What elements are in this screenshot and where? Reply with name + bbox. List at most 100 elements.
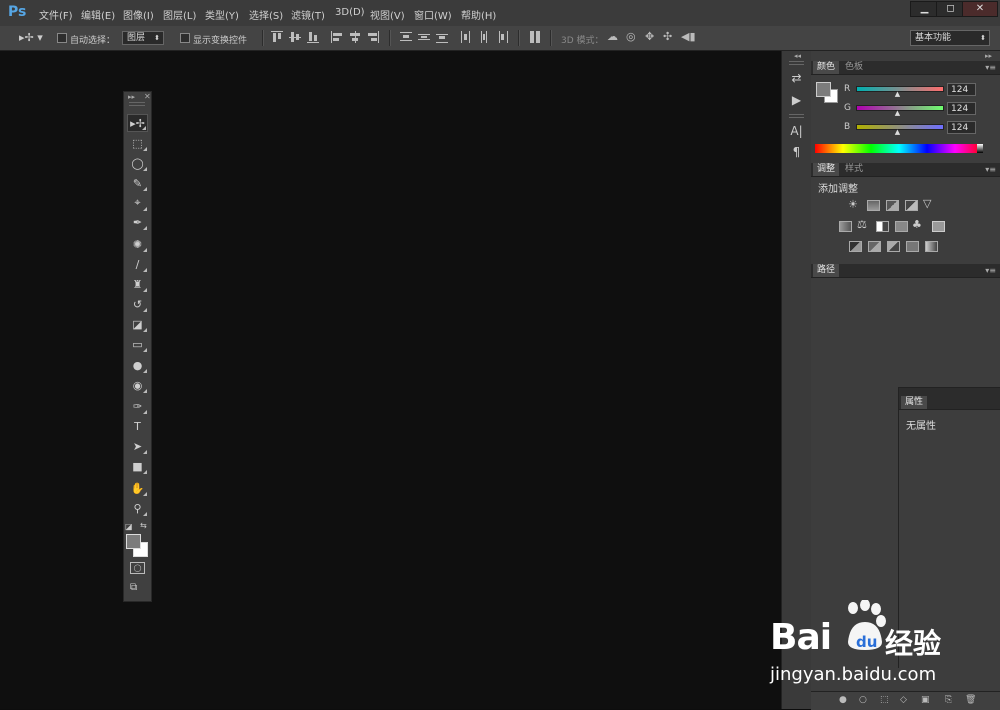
menu-item-9[interactable]: 窗口(W): [414, 7, 452, 22]
delete-path-icon[interactable]: 🗑: [965, 695, 976, 705]
auto-align-layers-icon[interactable]: [529, 31, 541, 43]
roll-3d-icon[interactable]: ◎: [626, 30, 636, 43]
distribute-top-icon[interactable]: [400, 31, 412, 43]
hue-saturation-icon[interactable]: [839, 221, 852, 232]
eyedropper-tool-icon[interactable]: ✒: [127, 213, 148, 231]
align-left-icon[interactable]: [331, 31, 343, 43]
align-vertical-center-icon[interactable]: [289, 31, 301, 43]
tab-paths[interactable]: 路径: [813, 264, 840, 277]
clone-stamp-tool-icon[interactable]: ♜: [127, 275, 148, 293]
crop-tool-icon[interactable]: ⌖: [127, 194, 148, 212]
tab-adjustments[interactable]: 调整: [813, 163, 840, 176]
auto-select-dropdown[interactable]: 图层 ⬍: [122, 31, 164, 45]
invert-icon[interactable]: [849, 241, 862, 252]
type-tool-icon[interactable]: T: [127, 417, 148, 435]
zoom-tool-icon[interactable]: ⚲: [127, 499, 148, 517]
tab-properties[interactable]: 属性: [901, 396, 928, 409]
path-selection-tool-icon[interactable]: ➤: [127, 437, 148, 455]
dock-grip[interactable]: [789, 61, 804, 65]
properties-titlebar[interactable]: [899, 388, 1000, 396]
menu-item-0[interactable]: 文件(F): [39, 7, 73, 22]
healing-brush-tool-icon[interactable]: ✺: [127, 235, 148, 253]
exposure-icon[interactable]: [905, 200, 918, 211]
move-tool-preset-icon[interactable]: ▸✢ ▾: [19, 31, 43, 44]
auto-select-checkbox[interactable]: [57, 33, 67, 43]
show-transform-checkbox[interactable]: [180, 33, 190, 43]
rotate-3d-icon[interactable]: ☁: [607, 30, 618, 43]
dodge-tool-icon[interactable]: ◉: [127, 376, 148, 394]
selective-color-icon[interactable]: [906, 241, 919, 252]
channel-value-r[interactable]: 124: [947, 83, 976, 96]
distribute-vertical-center-icon[interactable]: [418, 31, 430, 43]
color-lookup-icon[interactable]: [932, 221, 945, 232]
menu-item-10[interactable]: 帮助(H): [461, 7, 496, 22]
threshold-icon[interactable]: [887, 241, 900, 252]
slider-thumb-icon[interactable]: ▲: [895, 109, 900, 117]
drag-3d-icon[interactable]: ✥: [645, 30, 654, 43]
align-top-icon[interactable]: [271, 31, 283, 43]
levels-icon[interactable]: [867, 200, 880, 211]
channel-mixer-icon[interactable]: ♣: [912, 218, 922, 231]
tab-color[interactable]: 颜色: [813, 61, 840, 74]
shape-tool-icon[interactable]: ■: [127, 457, 148, 475]
brightness-contrast-icon[interactable]: ☀: [848, 198, 858, 211]
vibrance-icon[interactable]: ▽: [923, 197, 931, 210]
tab-styles[interactable]: 样式: [841, 163, 867, 176]
add-mask-icon[interactable]: ▣: [921, 695, 930, 705]
dock-grip[interactable]: [789, 114, 804, 118]
lasso-tool-icon[interactable]: ◯: [127, 154, 148, 172]
default-colors-icon[interactable]: ◪: [125, 522, 133, 531]
tab-swatches[interactable]: 色板: [841, 61, 867, 74]
black-white-icon[interactable]: [876, 221, 889, 232]
posterize-icon[interactable]: [868, 241, 881, 252]
black-white-ramp[interactable]: [977, 144, 983, 153]
swap-colors-icon[interactable]: ⇆: [140, 521, 147, 530]
stroke-path-icon[interactable]: ○: [859, 695, 867, 705]
fill-path-icon[interactable]: ●: [839, 695, 847, 705]
eraser-tool-icon[interactable]: ◪: [127, 315, 148, 333]
blur-tool-icon[interactable]: ●: [127, 356, 148, 374]
toolbox-grip[interactable]: [129, 102, 145, 106]
move-tool-icon[interactable]: ▸✢: [127, 114, 148, 132]
load-selection-icon[interactable]: ⬚: [880, 695, 889, 705]
menu-item-5[interactable]: 选择(S): [249, 7, 283, 22]
menu-item-1[interactable]: 编辑(E): [81, 7, 115, 22]
align-bottom-icon[interactable]: [307, 31, 319, 43]
distribute-left-icon[interactable]: [460, 31, 472, 43]
scale-3d-icon[interactable]: ◀▮: [681, 30, 696, 43]
menu-item-4[interactable]: 类型(Y): [205, 7, 239, 22]
color-panel-fg-swatch[interactable]: [816, 82, 831, 97]
panel-menu-icon[interactable]: ▾≡: [985, 63, 996, 72]
close-toolbox-icon[interactable]: ✕: [144, 92, 151, 101]
distribute-horizontal-center-icon[interactable]: [478, 31, 490, 43]
distribute-right-icon[interactable]: [496, 31, 508, 43]
menu-item-3[interactable]: 图层(L): [163, 7, 196, 22]
channel-value-g[interactable]: 124: [947, 102, 976, 115]
marquee-tool-icon[interactable]: ⬚: [127, 134, 148, 152]
panel-menu-icon[interactable]: ▾≡: [985, 165, 996, 174]
minimize-button[interactable]: ▁: [910, 1, 939, 17]
foreground-color-swatch[interactable]: [126, 534, 141, 549]
quick-mask-icon[interactable]: ◯: [130, 562, 145, 574]
align-right-icon[interactable]: [367, 31, 379, 43]
color-balance-icon[interactable]: ⚖: [857, 218, 867, 231]
workspace-dropdown[interactable]: 基本功能 ⬍: [910, 30, 990, 46]
collapse-panels-icon[interactable]: ▸▸: [985, 52, 992, 60]
channel-value-b[interactable]: 124: [947, 121, 976, 134]
hand-tool-icon[interactable]: ✋: [127, 479, 148, 497]
quick-selection-tool-icon[interactable]: ✎: [127, 174, 148, 192]
maximize-button[interactable]: ◻: [936, 1, 965, 17]
brush-tool-icon[interactable]: ∕: [127, 255, 148, 273]
photo-filter-icon[interactable]: [895, 221, 908, 232]
history-panel-icon[interactable]: ⇄: [788, 70, 805, 85]
distribute-bottom-icon[interactable]: [436, 31, 448, 43]
slider-thumb-icon[interactable]: ▲: [895, 90, 900, 98]
paragraph-panel-icon[interactable]: ¶: [788, 144, 805, 159]
curves-icon[interactable]: [886, 200, 899, 211]
gradient-tool-icon[interactable]: ▭: [127, 335, 148, 353]
actions-panel-icon[interactable]: ▶: [788, 92, 805, 107]
menu-item-8[interactable]: 视图(V): [370, 7, 405, 22]
collapse-dock-icon[interactable]: ◂◂: [794, 52, 801, 60]
screen-mode-icon[interactable]: ⧉: [130, 582, 143, 593]
menu-item-7[interactable]: 3D(D): [335, 7, 365, 18]
